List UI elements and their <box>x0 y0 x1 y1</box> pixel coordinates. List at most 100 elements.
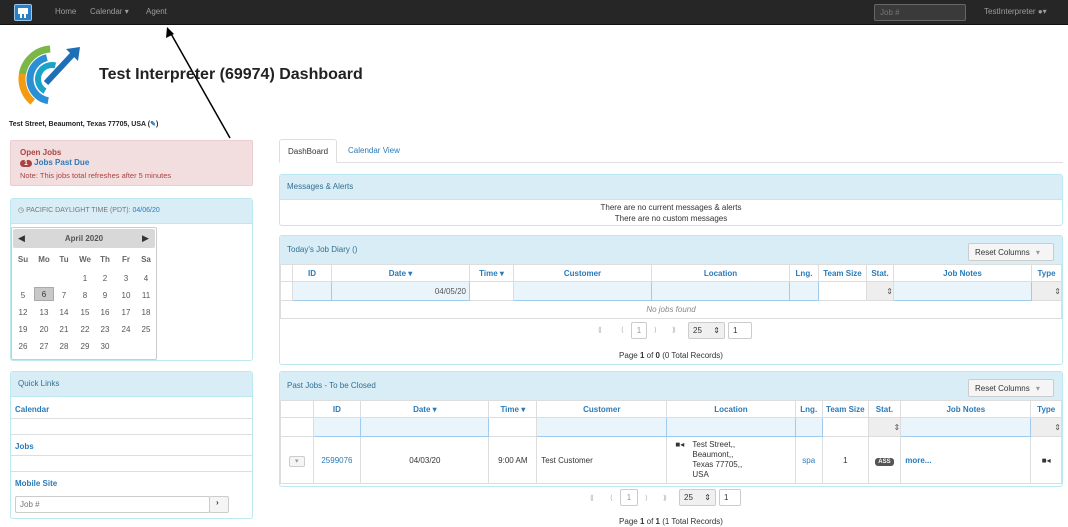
diary-page-size-select[interactable]: 25 ⇕ <box>688 322 725 339</box>
past-page-number[interactable]: 1 <box>620 489 638 506</box>
calendar-day[interactable]: 21 <box>54 323 74 337</box>
col-id[interactable]: ID <box>312 400 362 418</box>
calendar-day[interactable]: 20 <box>34 323 54 337</box>
filter-id-input[interactable] <box>292 281 332 301</box>
calendar-day[interactable]: 22 <box>75 323 95 337</box>
job-id-link[interactable]: 2599076 <box>312 436 362 484</box>
filter-language-input[interactable] <box>789 281 819 301</box>
calendar-day[interactable]: 25 <box>136 323 156 337</box>
filter-customer-input[interactable] <box>513 281 652 301</box>
diary-prev-page-icon[interactable]: ⟨ <box>621 326 624 334</box>
col-location[interactable]: Location <box>651 264 790 282</box>
col-location[interactable]: Location <box>666 400 796 418</box>
calendar-day[interactable]: 23 <box>95 323 115 337</box>
filter-location-input[interactable] <box>651 281 790 301</box>
col-type[interactable]: Type <box>1030 400 1062 418</box>
calendar-day[interactable]: 30 <box>95 340 115 354</box>
filter-notes-input[interactable] <box>893 281 1032 301</box>
calendar-day[interactable]: 13 <box>34 306 54 320</box>
col-customer[interactable]: Customer <box>536 400 668 418</box>
filter-date-input[interactable]: 04/05/20 <box>331 281 470 301</box>
calendar-day[interactable]: 19 <box>13 323 33 337</box>
past-next-page-icon[interactable]: ⟩ <box>645 494 648 502</box>
quick-link-mobile-site[interactable]: Mobile Site <box>15 479 57 488</box>
col-time[interactable]: Time ▾ <box>469 264 514 282</box>
calendar-day[interactable]: 27 <box>34 340 54 354</box>
calendar-day[interactable]: 26 <box>13 340 33 354</box>
filter-status-select[interactable]: ⇕ <box>867 417 902 437</box>
filter-type-select[interactable]: ⇕ <box>1030 417 1062 437</box>
filter-type-select[interactable]: ⇕ <box>1031 281 1062 301</box>
calendar-day[interactable]: 7 <box>54 289 74 303</box>
past-first-page-icon[interactable]: ⟪ <box>590 494 594 502</box>
filter-id-input[interactable] <box>312 417 362 437</box>
col-id[interactable]: ID <box>292 264 332 282</box>
past-due-row[interactable]: 1 Jobs Past Due <box>20 158 89 167</box>
status-badge[interactable]: ASS <box>875 457 894 466</box>
calendar-day[interactable]: 9 <box>95 289 115 303</box>
calendar-day[interactable]: 15 <box>75 306 95 320</box>
past-last-page-icon[interactable]: ⟫ <box>663 494 667 502</box>
col-team-size[interactable]: Team Size <box>821 400 869 418</box>
calendar-day[interactable]: 28 <box>54 340 74 354</box>
tab-calendar-view[interactable]: Calendar View <box>340 139 408 163</box>
calendar-day[interactable]: 5 <box>13 289 33 303</box>
diary-goto-page-input[interactable]: 1 <box>728 322 752 339</box>
tab-dashboard[interactable]: DashBoard <box>279 139 338 163</box>
nav-job-search-input[interactable] <box>874 4 966 21</box>
calendar-day[interactable]: 6 <box>34 287 54 301</box>
col-status[interactable]: Stat. <box>867 400 902 418</box>
calendar-day[interactable]: 10 <box>116 289 136 303</box>
calendar-day[interactable]: 11 <box>136 289 156 303</box>
past-goto-page-input[interactable]: 1 <box>719 489 741 506</box>
filter-location-input[interactable] <box>666 417 796 437</box>
calendar-day[interactable]: 14 <box>54 306 74 320</box>
col-job-notes[interactable]: Job Notes <box>900 400 1032 418</box>
nav-calendar-dropdown[interactable]: Calendar ▾ <box>90 7 129 16</box>
calendar-day[interactable]: 1 <box>75 272 95 286</box>
calendar-day[interactable]: 3 <box>116 272 136 286</box>
row-expand-button[interactable]: ▾ <box>289 455 305 467</box>
past-due-link[interactable]: Jobs Past Due <box>34 158 89 167</box>
brand-logo-icon[interactable] <box>14 4 32 21</box>
next-month-icon[interactable]: ▶ <box>142 233 149 244</box>
diary-next-page-icon[interactable]: ⟩ <box>654 326 657 334</box>
col-date[interactable]: Date ▾ <box>360 400 490 418</box>
calendar-day[interactable]: 24 <box>116 323 136 337</box>
calendar-day[interactable]: 2 <box>95 272 115 286</box>
col-job-notes[interactable]: Job Notes <box>893 264 1032 282</box>
calendar-day[interactable]: 8 <box>75 289 95 303</box>
calendar-day[interactable]: 16 <box>95 306 115 320</box>
col-date[interactable]: Date ▾ <box>331 264 470 282</box>
past-reset-columns-button[interactable]: Reset Columns ▾ <box>968 379 1054 397</box>
col-customer[interactable]: Customer <box>513 264 652 282</box>
calendar-day[interactable]: 17 <box>116 306 136 320</box>
calendar-day[interactable]: 18 <box>136 306 156 320</box>
past-page-size-select[interactable]: 25 ⇕ <box>679 489 716 506</box>
diary-first-page-icon[interactable]: ⟪ <box>598 326 602 334</box>
past-prev-page-icon[interactable]: ⟨ <box>610 494 613 502</box>
col-language[interactable]: Lng. <box>789 264 819 282</box>
filter-status-select[interactable]: ⇕ <box>866 281 894 301</box>
calendar-day[interactable]: 29 <box>75 340 95 354</box>
filter-language-input[interactable] <box>794 417 823 437</box>
col-language[interactable]: Lng. <box>794 400 823 418</box>
diary-page-number[interactable]: 1 <box>631 322 647 339</box>
job-notes-more-link[interactable]: more... <box>900 436 1032 484</box>
nav-home-link[interactable]: Home <box>55 7 76 16</box>
nav-agent-link[interactable]: Agent <box>146 7 167 16</box>
filter-date-input[interactable] <box>360 417 490 437</box>
quick-link-jobs[interactable]: Jobs <box>15 442 34 451</box>
col-time[interactable]: Time ▾ <box>488 400 538 418</box>
diary-last-page-icon[interactable]: ⟫ <box>672 326 676 334</box>
calendar-day[interactable]: 12 <box>13 306 33 320</box>
job-language-link[interactable]: spa <box>794 436 823 484</box>
user-menu[interactable]: TestInterpreter ●▾ <box>984 7 1047 16</box>
col-team-size[interactable]: Team Size <box>818 264 867 282</box>
calendar-day[interactable]: 4 <box>136 272 156 286</box>
quick-job-go-button[interactable]: › <box>209 496 229 513</box>
edit-pencil-icon[interactable]: ✎ <box>150 121 156 128</box>
quick-job-input[interactable] <box>15 496 210 513</box>
filter-customer-input[interactable] <box>536 417 668 437</box>
col-status[interactable]: Stat. <box>866 264 894 282</box>
